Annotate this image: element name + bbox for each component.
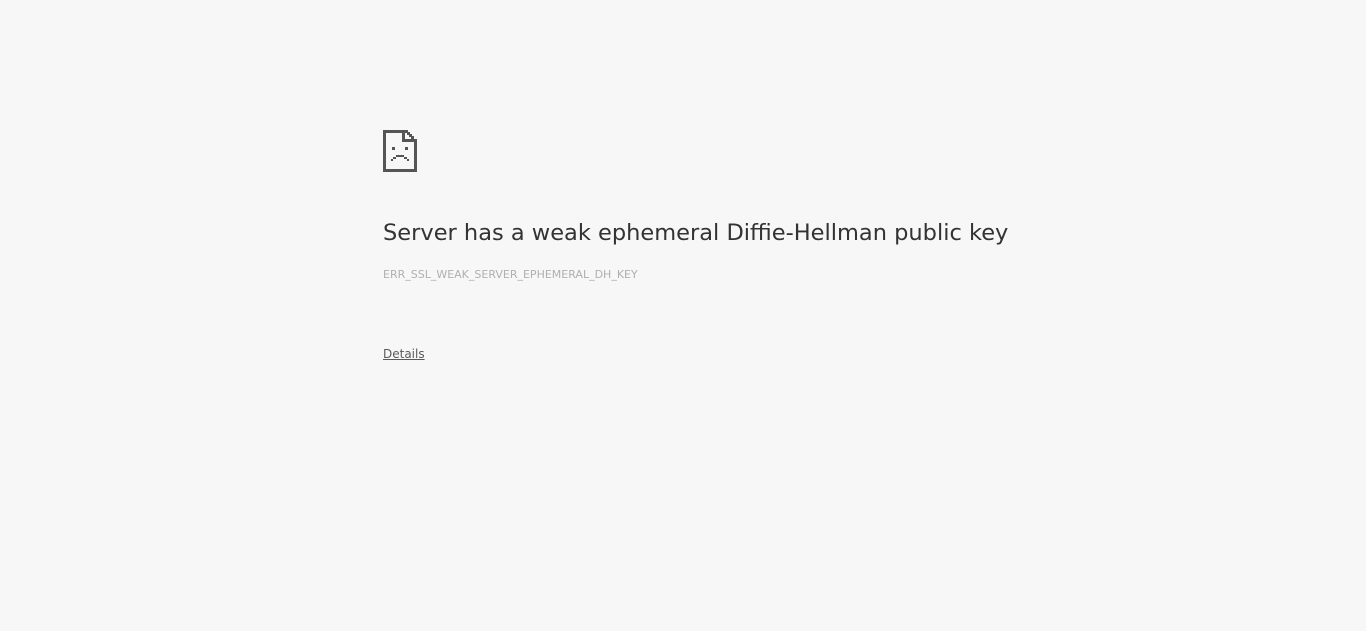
error-page: Server has a weak ephemeral Diffie-Hellm… <box>0 0 1366 631</box>
sad-document-icon <box>383 130 417 172</box>
details-link[interactable]: Details <box>383 347 425 361</box>
error-title: Server has a weak ephemeral Diffie-Hellm… <box>383 220 1009 246</box>
error-code: ERR_SSL_WEAK_SERVER_EPHEMERAL_DH_KEY <box>383 268 638 281</box>
